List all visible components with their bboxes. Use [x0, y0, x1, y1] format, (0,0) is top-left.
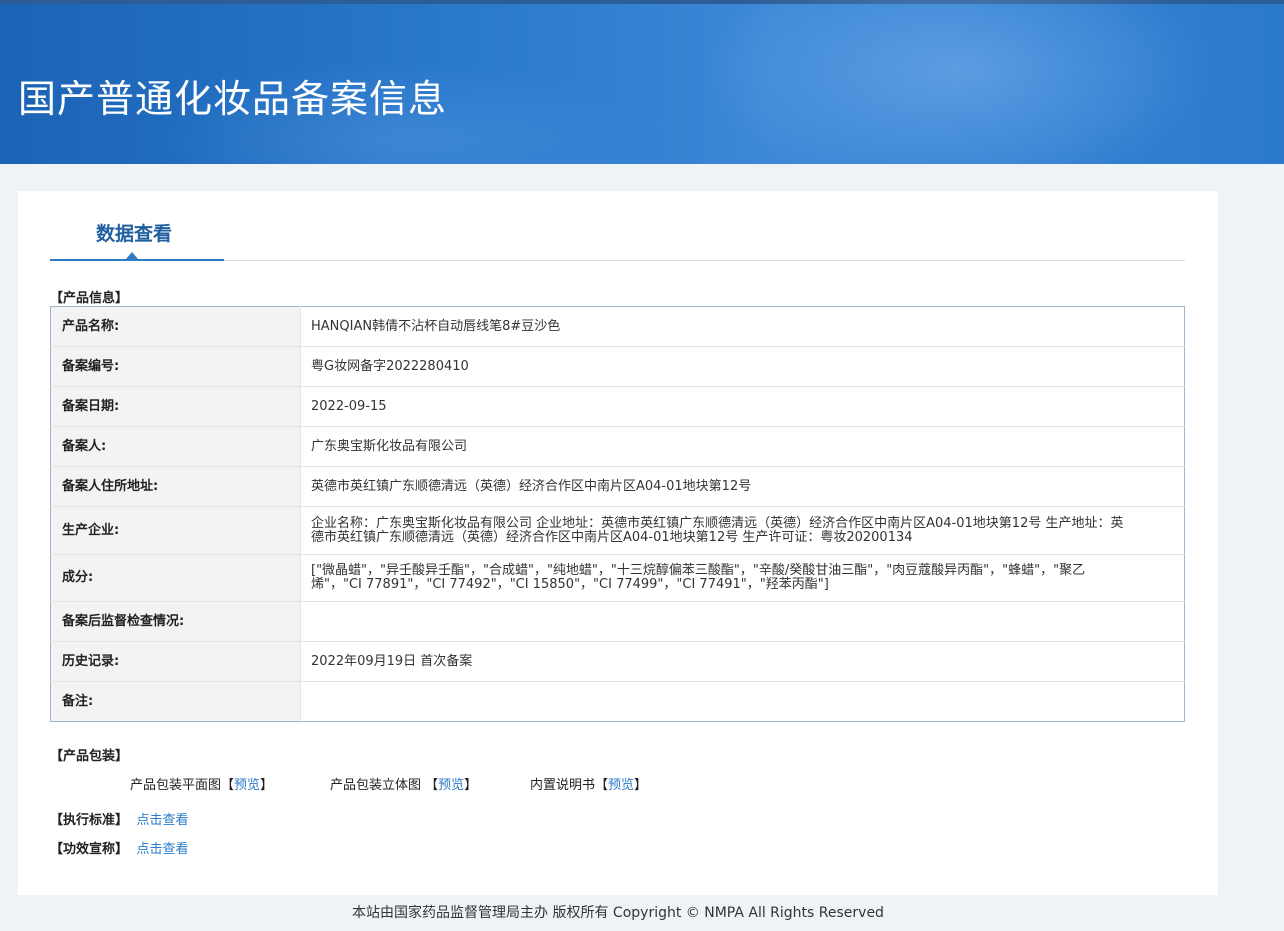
- row-label: 备案日期:: [50, 386, 301, 427]
- product-info-title: 【产品信息】: [50, 291, 129, 306]
- inspection-value: [300, 601, 1185, 642]
- bracket: 【: [221, 778, 235, 793]
- bracket: 】: [260, 778, 274, 793]
- pkg-flat-item: 产品包装平面图【预览】: [130, 774, 273, 793]
- bracket: 】: [634, 778, 648, 793]
- efficacy-view-link[interactable]: 点击查看: [137, 842, 189, 857]
- pkg-manual-item: 内置说明书【预览】: [530, 774, 647, 793]
- tab-label: 数据查看: [96, 223, 173, 245]
- standard-section: 【执行标准】 点击查看: [50, 809, 189, 828]
- table-row: 备案人住所地址: 英德市英红镇广东顺德清远（英德）经济合作区中南片区A04-01…: [50, 466, 1185, 507]
- table-row: 生产企业: 企业名称：广东奥宝斯化妆品有限公司 企业地址：英德市英红镇广东顺德清…: [50, 506, 1185, 555]
- standard-view-link[interactable]: 点击查看: [137, 813, 189, 828]
- product-name-value: HANQIAN韩倩不沾杯自动唇线笔8#豆沙色: [300, 306, 1185, 347]
- row-label: 备案人住所地址:: [50, 466, 301, 507]
- bracket: 【: [595, 778, 609, 793]
- row-label: 历史记录:: [50, 641, 301, 682]
- pkg-label: 内置说明书: [530, 778, 596, 793]
- pkg-label: 产品包装立体图: [330, 778, 426, 793]
- manufacturer-value: 企业名称：广东奥宝斯化妆品有限公司 企业地址：英德市英红镇广东顺德清远（英德）经…: [300, 506, 1185, 555]
- registrant-value: 广东奥宝斯化妆品有限公司: [300, 426, 1185, 467]
- registration-date-value: 2022-09-15: [300, 386, 1185, 427]
- row-label: 备案人:: [50, 426, 301, 467]
- ingredients-value: ["微晶蜡"，"异壬酸异壬酯"，"合成蜡"，"纯地蜡"，"十三烷醇偏苯三酸酯"，…: [300, 554, 1185, 602]
- tab-bar: 数据查看: [50, 191, 1185, 261]
- remarks-value: [301, 682, 1185, 722]
- table-row: 历史记录: 2022年09月19日 首次备案: [50, 641, 1185, 682]
- product-info-table: 产品名称: HANQIAN韩倩不沾杯自动唇线笔8#豆沙色 备案编号: 粤G妆网备…: [50, 306, 1185, 722]
- header-glow: [700, 0, 1220, 164]
- page-title: 国产普通化妆品备案信息: [18, 77, 448, 121]
- row-label: 备案后监督检查情况:: [50, 601, 301, 642]
- bracket: 】: [464, 778, 478, 793]
- tab-caret-icon: [126, 252, 138, 259]
- tab-data-view[interactable]: 数据查看: [50, 191, 224, 261]
- row-label: 产品名称:: [50, 306, 301, 347]
- preview-flat-link[interactable]: 预览: [234, 778, 260, 793]
- table-row: 备案编号: 粤G妆网备字2022280410: [50, 346, 1185, 387]
- registrant-address-value: 英德市英红镇广东顺德清远（英德）经济合作区中南片区A04-01地块第12号: [300, 466, 1185, 507]
- standard-title: 【执行标准】: [50, 813, 129, 828]
- table-row: 成分: ["微晶蜡"，"异壬酸异壬酯"，"合成蜡"，"纯地蜡"，"十三烷醇偏苯三…: [50, 554, 1185, 602]
- efficacy-title: 【功效宣称】: [50, 842, 129, 857]
- page-header: 国产普通化妆品备案信息: [0, 0, 1284, 164]
- table-row: 备案后监督检查情况:: [50, 601, 1185, 642]
- row-label: 成分:: [50, 554, 301, 602]
- content-panel: 数据查看 【产品信息】 产品名称: HANQIAN韩倩不沾杯自动唇线笔8#豆沙色…: [18, 191, 1218, 895]
- table-row: 备注:: [50, 681, 1185, 722]
- history-value: 2022年09月19日 首次备案: [300, 641, 1185, 682]
- table-row: 产品名称: HANQIAN韩倩不沾杯自动唇线笔8#豆沙色: [50, 306, 1185, 347]
- pkg-3d-item: 产品包装立体图 【预览】: [330, 774, 477, 793]
- row-label: 生产企业:: [50, 506, 301, 555]
- preview-3d-link[interactable]: 预览: [438, 778, 464, 793]
- pkg-label: 产品包装平面图: [130, 778, 222, 793]
- packaging-title: 【产品包装】: [50, 749, 129, 764]
- row-label: 备注:: [50, 681, 301, 722]
- efficacy-section: 【功效宣称】 点击查看: [50, 838, 189, 857]
- registration-number-value: 粤G妆网备字2022280410: [300, 346, 1185, 387]
- preview-manual-link[interactable]: 预览: [608, 778, 634, 793]
- bracket: 【: [425, 778, 439, 793]
- footer-copyright: 本站由国家药品监督管理局主办 版权所有 Copyright © NMPA All…: [352, 905, 884, 921]
- table-row: 备案人: 广东奥宝斯化妆品有限公司: [50, 426, 1185, 467]
- table-row: 备案日期: 2022-09-15: [50, 386, 1185, 427]
- row-label: 备案编号:: [50, 346, 301, 387]
